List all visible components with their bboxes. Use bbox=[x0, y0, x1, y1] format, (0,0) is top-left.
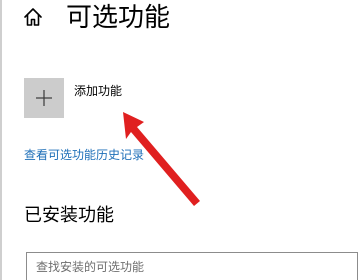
add-feature-button[interactable]: 添加功能 bbox=[24, 78, 194, 122]
plus-icon bbox=[36, 90, 52, 106]
page-title: 可选功能 bbox=[66, 3, 171, 33]
window-left-edge bbox=[0, 0, 2, 280]
home-icon-glyph bbox=[24, 8, 42, 26]
installed-features-search-input[interactable] bbox=[27, 253, 357, 280]
view-history-link[interactable]: 查看可选功能历史记录 bbox=[24, 147, 144, 163]
installed-features-search-box[interactable] bbox=[26, 252, 358, 280]
home-icon[interactable] bbox=[22, 6, 44, 28]
add-feature-tile[interactable] bbox=[24, 78, 64, 118]
add-feature-label[interactable]: 添加功能 bbox=[74, 83, 122, 99]
installed-features-heading: 已安装功能 bbox=[24, 205, 114, 226]
